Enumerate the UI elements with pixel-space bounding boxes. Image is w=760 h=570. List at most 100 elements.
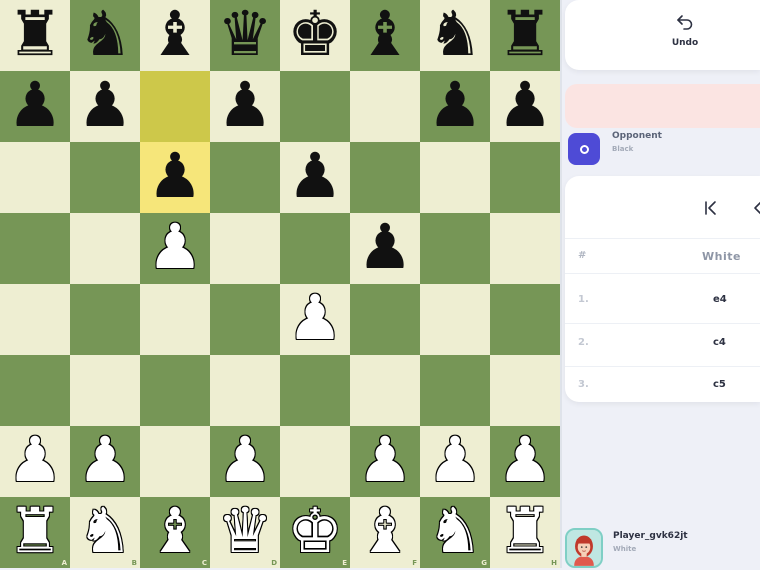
chess-board[interactable]: ♜︎ ♞︎ ♝︎ ♛︎ ♚︎ ♝︎ ♞︎ ♜︎ ♟︎ ♟︎ ♟︎ ♟︎ ♟︎ ♟︎ ♟︎ ♟︎ ♟︎ ♟︎ ♟︎ ♟︎… (0, 0, 562, 568)
black-pawn-icon[interactable]: ♟︎ (287, 144, 343, 207)
square-c6[interactable]: ♟︎ (140, 142, 210, 213)
white-pawn-icon[interactable]: ♟︎ (217, 428, 273, 491)
square-f5[interactable]: ♟︎ (350, 213, 420, 284)
square-g5[interactable] (420, 213, 490, 284)
square-c1[interactable]: ♝︎ C (140, 497, 210, 568)
square-c5[interactable]: ♟︎ (140, 213, 210, 284)
black-king-icon[interactable]: ♚︎ (287, 2, 343, 65)
square-d5[interactable] (210, 213, 280, 284)
square-a2[interactable]: ♟︎ (0, 426, 70, 497)
square-e8[interactable]: ♚︎ (280, 0, 350, 71)
square-b2[interactable]: ♟︎ (70, 426, 140, 497)
square-c3[interactable] (140, 355, 210, 426)
square-h6[interactable] (490, 142, 560, 213)
square-a3[interactable] (0, 355, 70, 426)
square-d3[interactable] (210, 355, 280, 426)
square-b8[interactable]: ♞︎ (70, 0, 140, 71)
square-g1[interactable]: ♞︎ G (420, 497, 490, 568)
black-bishop-icon[interactable]: ♝︎ (147, 2, 203, 65)
square-c8[interactable]: ♝︎ (140, 0, 210, 71)
square-f4[interactable] (350, 284, 420, 355)
square-e2[interactable] (280, 426, 350, 497)
square-b3[interactable] (70, 355, 140, 426)
white-pawn-icon[interactable]: ♟︎ (357, 428, 413, 491)
black-pawn-icon[interactable]: ♟︎ (427, 73, 483, 136)
previous-move-icon[interactable] (753, 199, 760, 217)
square-a1[interactable]: ♜︎ A (0, 497, 70, 568)
square-a7[interactable]: ♟︎ (0, 71, 70, 142)
square-a6[interactable] (0, 142, 70, 213)
square-b5[interactable] (70, 213, 140, 284)
black-pawn-icon[interactable]: ♟︎ (77, 73, 133, 136)
white-king-icon[interactable]: ♚︎ (287, 499, 343, 562)
square-f3[interactable] (350, 355, 420, 426)
black-pawn-icon[interactable]: ♟︎ (497, 73, 553, 136)
square-e3[interactable] (280, 355, 350, 426)
black-rook-icon[interactable]: ♜︎ (497, 2, 553, 65)
black-knight-icon[interactable]: ♞︎ (77, 2, 133, 65)
square-a5[interactable] (0, 213, 70, 284)
square-f1[interactable]: ♝︎ F (350, 497, 420, 568)
square-e1[interactable]: ♚︎ E (280, 497, 350, 568)
white-pawn-icon[interactable]: ♟︎ (147, 215, 203, 278)
square-a4[interactable] (0, 284, 70, 355)
first-move-icon[interactable] (701, 199, 721, 217)
black-pawn-icon[interactable]: ♟︎ (7, 73, 63, 136)
square-h7[interactable]: ♟︎ (490, 71, 560, 142)
square-d2[interactable]: ♟︎ (210, 426, 280, 497)
black-pawn-icon[interactable]: ♟︎ (357, 215, 413, 278)
square-f7[interactable] (350, 71, 420, 142)
square-h1[interactable]: ♜︎ H (490, 497, 560, 568)
black-rook-icon[interactable]: ♜︎ (7, 2, 63, 65)
white-pawn-icon[interactable]: ♟︎ (7, 428, 63, 491)
white-rook-icon[interactable]: ♜︎ (7, 499, 63, 562)
square-h2[interactable]: ♟︎ (490, 426, 560, 497)
square-d8[interactable]: ♛︎ (210, 0, 280, 71)
square-e6[interactable]: ♟︎ (280, 142, 350, 213)
square-h4[interactable] (490, 284, 560, 355)
white-pawn-icon[interactable]: ♟︎ (77, 428, 133, 491)
square-b6[interactable] (70, 142, 140, 213)
white-pawn-icon[interactable]: ♟︎ (287, 286, 343, 349)
square-g6[interactable] (420, 142, 490, 213)
white-move[interactable]: c4 (713, 337, 726, 348)
square-h3[interactable] (490, 355, 560, 426)
white-move[interactable]: c5 (713, 379, 726, 390)
black-knight-icon[interactable]: ♞︎ (427, 2, 483, 65)
white-bishop-icon[interactable]: ♝︎ (357, 499, 413, 562)
square-d7[interactable]: ♟︎ (210, 71, 280, 142)
white-knight-icon[interactable]: ♞︎ (427, 499, 483, 562)
square-h8[interactable]: ♜︎ (490, 0, 560, 71)
black-pawn-icon[interactable]: ♟︎ (147, 144, 203, 207)
white-queen-icon[interactable]: ♛︎ (217, 499, 273, 562)
square-d6[interactable] (210, 142, 280, 213)
square-g4[interactable] (420, 284, 490, 355)
square-b1[interactable]: ♞︎ B (70, 497, 140, 568)
square-g7[interactable]: ♟︎ (420, 71, 490, 142)
square-a8[interactable]: ♜︎ (0, 0, 70, 71)
square-e5[interactable] (280, 213, 350, 284)
white-bishop-icon[interactable]: ♝︎ (147, 499, 203, 562)
square-g2[interactable]: ♟︎ (420, 426, 490, 497)
white-move[interactable]: e4 (713, 294, 727, 305)
square-c7[interactable] (140, 71, 210, 142)
white-pawn-icon[interactable]: ♟︎ (497, 428, 553, 491)
square-g3[interactable] (420, 355, 490, 426)
square-e4[interactable]: ♟︎ (280, 284, 350, 355)
square-d1[interactable]: ♛︎ D (210, 497, 280, 568)
black-bishop-icon[interactable]: ♝︎ (357, 2, 413, 65)
white-rook-icon[interactable]: ♜︎ (497, 499, 553, 562)
square-f6[interactable] (350, 142, 420, 213)
square-h5[interactable] (490, 213, 560, 284)
square-d4[interactable] (210, 284, 280, 355)
undo-button[interactable]: Undo (650, 12, 720, 60)
square-b7[interactable]: ♟︎ (70, 71, 140, 142)
square-c2[interactable] (140, 426, 210, 497)
square-c4[interactable] (140, 284, 210, 355)
square-g8[interactable]: ♞︎ (420, 0, 490, 71)
white-pawn-icon[interactable]: ♟︎ (427, 428, 483, 491)
square-f2[interactable]: ♟︎ (350, 426, 420, 497)
white-knight-icon[interactable]: ♞︎ (77, 499, 133, 562)
square-e7[interactable] (280, 71, 350, 142)
black-queen-icon[interactable]: ♛︎ (217, 2, 273, 65)
